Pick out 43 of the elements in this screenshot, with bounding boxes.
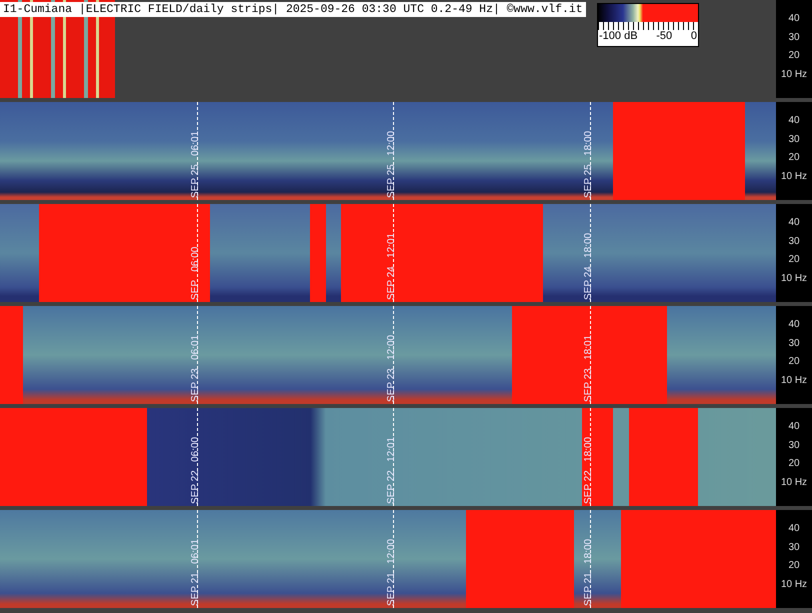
time-marker-label: SEP 21 06:01 [190,538,202,606]
frequency-label: 30 [787,32,801,44]
frequency-label: 30 [787,440,801,452]
frequency-label: 20 [787,50,801,62]
frequency-label: 10 Hz [780,375,808,388]
time-marker-label: SEP 22 06:00 [190,436,202,504]
time-marker-label: SEP 23 12:00 [386,334,398,402]
frequency-label: 10 Hz [780,273,808,286]
time-marker-label: SEP 25 18:00 [583,130,596,198]
frequency-label: 40 [787,216,801,229]
frequency-label: 30 [787,236,801,248]
time-marker-label: SEP 21 18:00 [583,538,596,606]
frequency-label: 20 [787,152,801,164]
frequency-label: 10 Hz [780,69,808,82]
frequency-label: 10 Hz [780,579,808,592]
frequency-label: 40 [787,12,801,25]
frequency-label: 10 Hz [780,477,808,490]
time-marker-label: SEP 22 18:00 [583,436,596,504]
time-marker-label: SEP 22 12:01 [386,436,398,504]
frequency-label: 20 [787,560,801,572]
frequency-label: 30 [787,134,801,146]
scale-label: -100 dB [599,30,638,42]
frequency-label: 40 [787,522,801,535]
frequency-label: 10 Hz [780,171,808,184]
frequency-label: 20 [787,254,801,266]
frequency-label: 20 [787,458,801,470]
scale-label: 0 [690,30,697,42]
frequency-label: 30 [787,542,801,554]
scale-label: -50 [656,30,672,42]
time-marker-label: SEP 25 12:00 [386,130,398,198]
time-marker-label: SEP 21 12:00 [386,538,398,606]
frequency-label: 30 [787,338,801,350]
plot-title: I1-Cumiana |ELECTRIC FIELD/daily strips| 2025-09-26 03:30 UTC 0.2-49 Hz| ©www.vlf.it [0,2,586,17]
time-marker-label: SEP 24 18:00 [583,232,596,300]
frequency-label: 20 [787,356,801,368]
frequency-label: 40 [787,318,801,331]
time-marker-label: SEP 23 18:01 [583,334,596,402]
frequency-label: 40 [787,420,801,433]
time-marker-label: SEP 23 06:01 [190,334,202,402]
time-marker-label: SEP 24 12:01 [386,232,398,300]
time-marker-label: SEP 06:00 [190,246,202,300]
time-marker-label: SEP 25 06:01 [190,130,202,198]
frequency-label: 40 [787,114,801,127]
